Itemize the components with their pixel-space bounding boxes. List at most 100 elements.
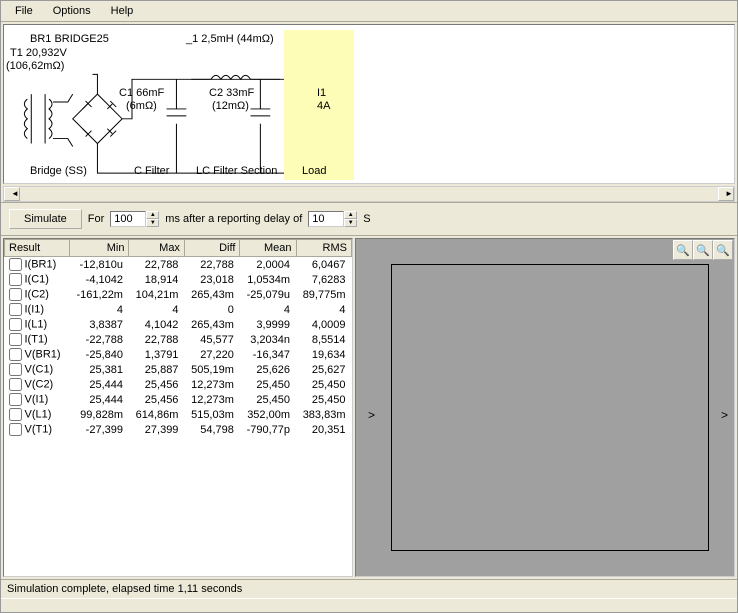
col-max[interactable]: Max <box>129 240 184 257</box>
table-row[interactable]: I(C1)-4,104218,91423,0181,0534m7,6283 <box>5 272 352 287</box>
row-checkbox[interactable] <box>9 378 22 391</box>
result-name: I(C2) <box>25 288 49 300</box>
cell-max: 18,914 <box>129 272 184 287</box>
cell-rms: 7,6283 <box>296 272 352 287</box>
table-row[interactable]: V(BR1)-25,8401,379127,220-16,34719,634 <box>5 347 352 362</box>
duration-down-icon[interactable]: ▼ <box>146 219 159 227</box>
cell-mean: -790,77p <box>240 422 296 437</box>
cell-rms: 6,0467 <box>296 257 352 273</box>
table-row[interactable]: I(T1)-22,78822,78845,5773,2034n8,5514 <box>5 332 352 347</box>
row-checkbox[interactable] <box>9 333 22 346</box>
cell-mean: 3,9999 <box>240 317 296 332</box>
table-row[interactable]: V(C2)25,44425,45612,273m25,45025,450 <box>5 377 352 392</box>
cell-max: 25,456 <box>129 392 184 407</box>
cell-mean: 352,00m <box>240 407 296 422</box>
delay-stepper[interactable]: ▲▼ <box>308 211 357 227</box>
result-name: I(I1) <box>25 303 45 315</box>
row-checkbox[interactable] <box>9 288 22 301</box>
result-name: V(L1) <box>25 408 52 420</box>
row-checkbox[interactable] <box>9 393 22 406</box>
cell-max: 22,788 <box>129 332 184 347</box>
result-name: I(T1) <box>25 333 48 345</box>
cell-rms: 25,627 <box>296 362 352 377</box>
duration-up-icon[interactable]: ▲ <box>146 211 159 219</box>
table-row[interactable]: V(I1)25,44425,45612,273m25,45025,450 <box>5 392 352 407</box>
cell-rms: 25,450 <box>296 392 352 407</box>
s-label: S <box>363 213 370 225</box>
label-t1: T1 20,932V <box>10 47 67 59</box>
results-table-pane[interactable]: ResultMinMaxDiffMeanRMS I(BR1)-12,810u22… <box>3 238 353 577</box>
result-name: V(I1) <box>25 393 49 405</box>
cell-diff: 505,19m <box>184 362 239 377</box>
ms-label: ms after a reporting delay of <box>165 213 302 225</box>
zoom-in-icon[interactable]: 🔍 <box>673 240 693 260</box>
cell-rms: 4,0009 <box>296 317 352 332</box>
row-checkbox[interactable] <box>9 318 22 331</box>
menu-options[interactable]: Options <box>45 3 99 19</box>
menu-help[interactable]: Help <box>103 3 142 19</box>
row-checkbox[interactable] <box>9 273 22 286</box>
status-bar-2 <box>1 598 737 612</box>
row-checkbox[interactable] <box>9 348 22 361</box>
table-row[interactable]: I(BR1)-12,810u22,78822,7882,00046,0467 <box>5 257 352 273</box>
cell-min: 3,8387 <box>70 317 129 332</box>
result-name: I(BR1) <box>25 258 57 270</box>
h-scrollbar[interactable]: ◄ ► <box>3 186 735 202</box>
col-min[interactable]: Min <box>70 240 129 257</box>
menu-file[interactable]: File <box>7 3 41 19</box>
label-i1: I1 <box>317 87 326 99</box>
for-label: For <box>88 213 105 225</box>
cell-diff: 265,43m <box>184 317 239 332</box>
zoom-out-icon[interactable]: 🔍 <box>693 240 713 260</box>
cell-mean: 3,2034n <box>240 332 296 347</box>
row-checkbox[interactable] <box>9 258 22 271</box>
result-name: V(C1) <box>25 363 54 375</box>
simulate-button[interactable]: Simulate <box>9 209 82 229</box>
section-lc: LC Filter Section <box>196 165 277 177</box>
cell-max: 25,887 <box>129 362 184 377</box>
cell-rms: 4 <box>296 302 352 317</box>
cell-rms: 20,351 <box>296 422 352 437</box>
col-result[interactable]: Result <box>5 240 70 257</box>
row-checkbox[interactable] <box>9 408 22 421</box>
col-diff[interactable]: Diff <box>184 240 239 257</box>
col-rms[interactable]: RMS <box>296 240 352 257</box>
schematic-canvas[interactable]: BR1 BRIDGE25 T1 20,932V (106,62mΩ) _1 2,… <box>3 24 735 184</box>
scroll-right-icon[interactable]: ► <box>718 187 734 201</box>
cell-rms: 19,634 <box>296 347 352 362</box>
cell-diff: 12,273m <box>184 392 239 407</box>
cell-min: 25,444 <box>70 392 129 407</box>
cell-min: -22,788 <box>70 332 129 347</box>
cell-min: 25,381 <box>70 362 129 377</box>
cell-diff: 54,798 <box>184 422 239 437</box>
delay-down-icon[interactable]: ▼ <box>344 219 357 227</box>
cell-diff: 0 <box>184 302 239 317</box>
table-row[interactable]: I(I1)44044 <box>5 302 352 317</box>
cell-diff: 22,788 <box>184 257 239 273</box>
label-c2-esr: (12mΩ) <box>212 100 249 112</box>
row-checkbox[interactable] <box>9 303 22 316</box>
zoom-reset-icon[interactable]: 🔍 <box>713 240 733 260</box>
plot-pane[interactable]: 🔍 🔍 🔍 > > <box>355 238 735 577</box>
table-row[interactable]: V(C1)25,38125,887505,19m25,62625,627 <box>5 362 352 377</box>
table-row[interactable]: V(T1)-27,39927,39954,798-790,77p20,351 <box>5 422 352 437</box>
label-i1-val: 4A <box>317 100 330 112</box>
duration-input[interactable] <box>110 211 146 227</box>
delay-input[interactable] <box>308 211 344 227</box>
cell-rms: 8,5514 <box>296 332 352 347</box>
cell-max: 22,788 <box>129 257 184 273</box>
cell-mean: -25,079u <box>240 287 296 302</box>
result-name: V(BR1) <box>25 348 61 360</box>
cell-max: 614,86m <box>129 407 184 422</box>
table-row[interactable]: V(L1)99,828m614,86m515,03m352,00m383,83m <box>5 407 352 422</box>
scroll-left-icon[interactable]: ◄ <box>4 187 20 201</box>
cell-diff: 23,018 <box>184 272 239 287</box>
table-row[interactable]: I(L1)3,83874,1042265,43m3,99994,0009 <box>5 317 352 332</box>
row-checkbox[interactable] <box>9 363 22 376</box>
row-checkbox[interactable] <box>9 423 22 436</box>
delay-up-icon[interactable]: ▲ <box>344 211 357 219</box>
col-mean[interactable]: Mean <box>240 240 296 257</box>
duration-stepper[interactable]: ▲▼ <box>110 211 159 227</box>
table-row[interactable]: I(C2)-161,22m104,21m265,43m-25,079u89,77… <box>5 287 352 302</box>
cell-max: 1,3791 <box>129 347 184 362</box>
